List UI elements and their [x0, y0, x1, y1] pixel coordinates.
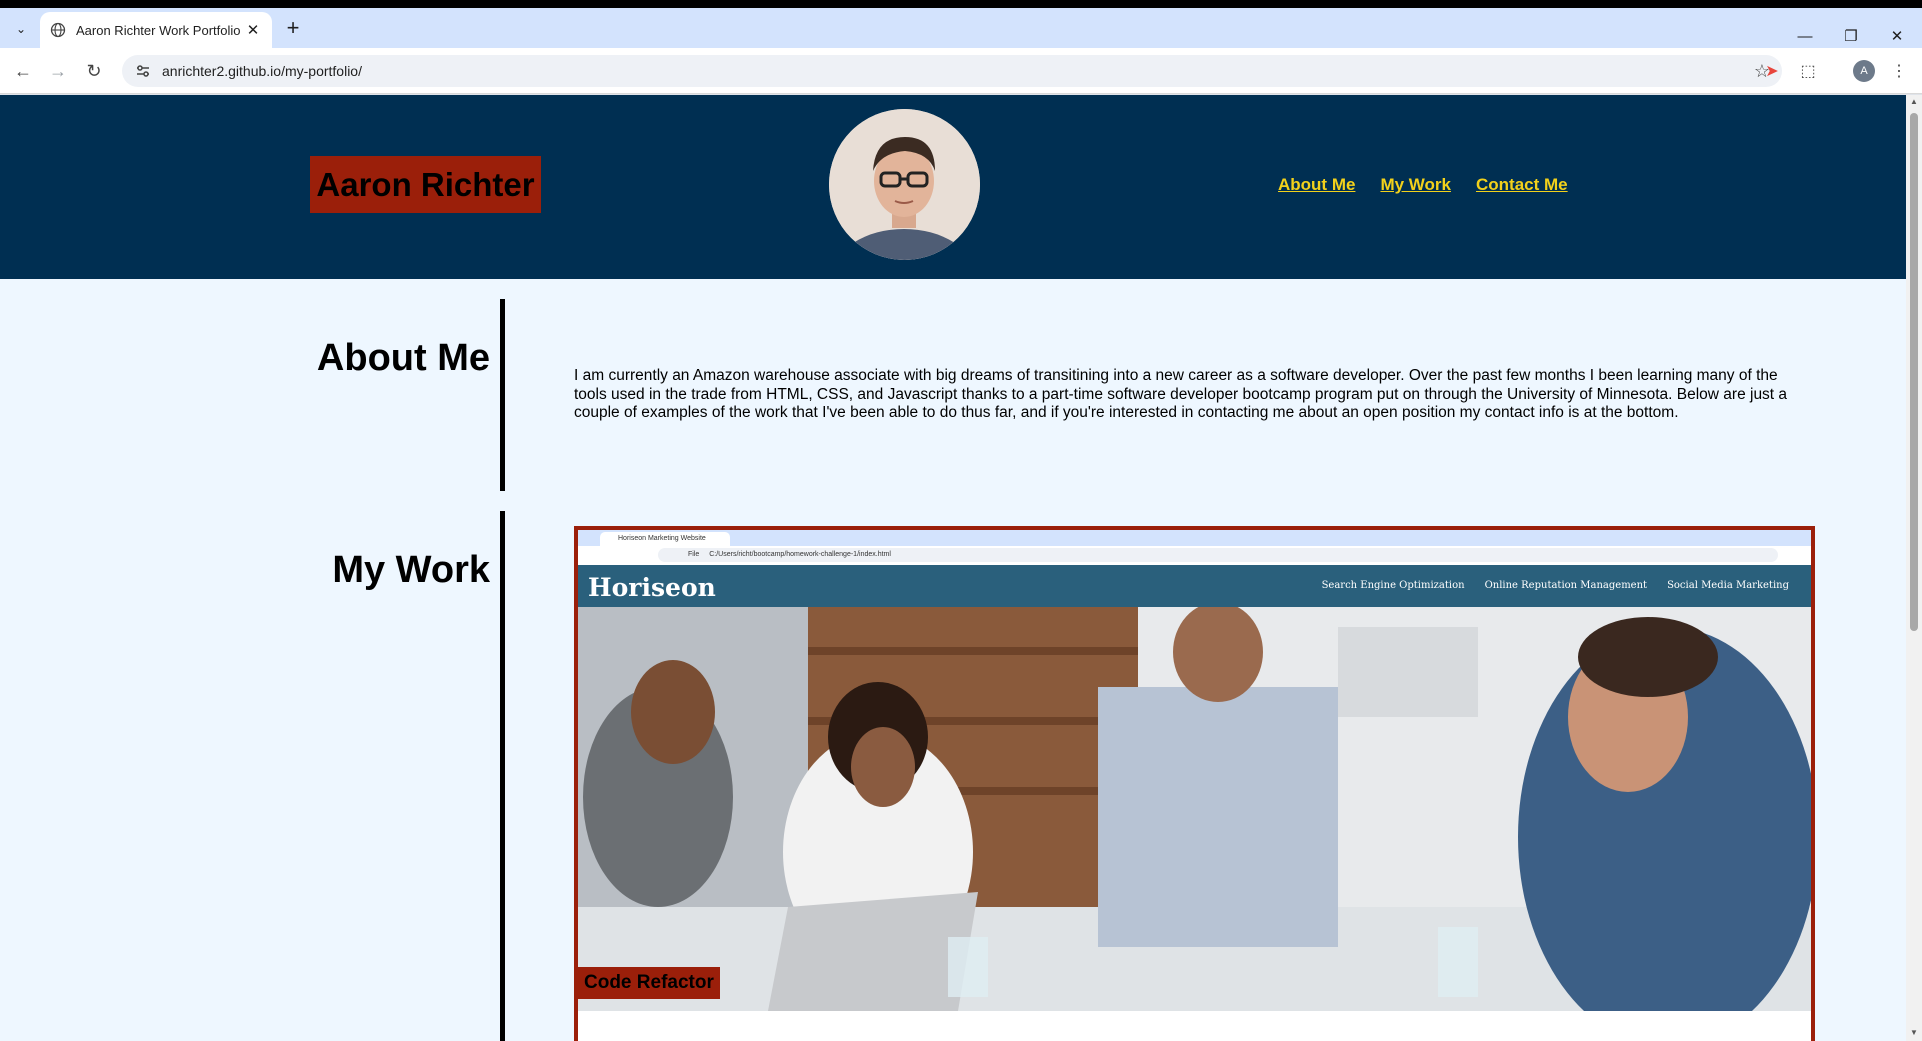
preview-site-header: Horiseon Search Engine Optimization Onli…: [578, 565, 1811, 607]
scroll-up-icon[interactable]: ▲: [1910, 98, 1918, 106]
tab-title: Aaron Richter Work Portfolio: [76, 22, 241, 38]
page-scrollbar[interactable]: ▲ ▼: [1906, 95, 1922, 1041]
url-text[interactable]: anrichter2.github.io/my-portfolio/: [162, 63, 1754, 79]
scroll-down-icon[interactable]: ▼: [1910, 1029, 1918, 1037]
browser-toolbar: ← → ↻ anrichter2.github.io/my-portfolio/…: [0, 48, 1922, 94]
extension-record-icon[interactable]: ➤: [1760, 59, 1784, 83]
preview-nav: Search Engine Optimization Online Reputa…: [1322, 580, 1789, 591]
site-header: Aaron Richter About Me My Work Contact M…: [0, 95, 1906, 279]
profile-photo-image: [829, 109, 980, 260]
close-tab-icon[interactable]: ✕: [244, 21, 262, 39]
about-heading: About Me: [316, 337, 490, 379]
back-icon[interactable]: ←: [9, 57, 37, 85]
work-heading: My Work: [332, 549, 490, 591]
more-menu-icon[interactable]: ⋮: [1887, 59, 1911, 83]
preview-file-chip: File: [688, 551, 700, 558]
preview-logo: Horiseon: [588, 573, 716, 602]
chevron-down-icon: ⌄: [15, 22, 27, 36]
scrollbar-thumb[interactable]: [1910, 113, 1918, 631]
browser-tab-active[interactable]: Aaron Richter Work Portfolio ✕: [40, 12, 272, 48]
nav-link-my-work[interactable]: My Work: [1380, 175, 1451, 195]
preview-hero-photo: [578, 607, 1811, 1011]
preview-nav-item: Social Media Marketing: [1667, 580, 1789, 591]
globe-icon: [50, 22, 66, 38]
nav-link-about-me[interactable]: About Me: [1278, 175, 1355, 195]
about-divider: [500, 299, 505, 491]
reload-icon[interactable]: ↻: [80, 57, 108, 85]
window-top-edge: [0, 0, 1922, 8]
site-name: Aaron Richter: [310, 156, 541, 213]
about-paragraph: I am currently an Amazon warehouse assoc…: [574, 367, 1788, 421]
forward-icon[interactable]: →: [44, 57, 72, 85]
preview-url: C:/Users/richt/bootcamp/homework-challen…: [709, 551, 891, 558]
extensions-puzzle-icon[interactable]: ⬚: [1796, 59, 1820, 83]
preview-nav-item: Online Reputation Management: [1484, 580, 1648, 591]
site-nav: About Me My Work Contact Me: [1278, 175, 1568, 195]
project-card[interactable]: Horiseon Marketing Website File C:/Users…: [574, 526, 1815, 1041]
project-label: Code Refactor: [578, 967, 720, 999]
profile-avatar[interactable]: A: [1853, 60, 1875, 82]
preview-nav-item: Search Engine Optimization: [1321, 580, 1465, 591]
new-tab-button[interactable]: +: [280, 16, 306, 42]
preview-toolbar: File C:/Users/richt/bootcamp/homework-ch…: [578, 546, 1811, 564]
site-info-icon[interactable]: [134, 62, 152, 80]
tab-search-button[interactable]: ⌄: [8, 16, 34, 42]
work-divider: [500, 511, 505, 1041]
page-viewport: Aaron Richter About Me My Work Contact M…: [0, 95, 1906, 1041]
preview-tab: Horiseon Marketing Website: [600, 532, 730, 546]
profile-photo: [829, 109, 980, 260]
preview-tab-strip: Horiseon Marketing Website: [578, 530, 1811, 546]
nav-link-contact-me[interactable]: Contact Me: [1476, 175, 1568, 195]
tab-strip: ⌄ Aaron Richter Work Portfolio ✕ + — ❐ ✕: [0, 8, 1922, 48]
address-bar[interactable]: anrichter2.github.io/my-portfolio/ ☆: [122, 55, 1782, 87]
hero-photo-image: [578, 607, 1811, 1011]
preview-address-bar: File C:/Users/richt/bootcamp/homework-ch…: [658, 548, 1778, 562]
